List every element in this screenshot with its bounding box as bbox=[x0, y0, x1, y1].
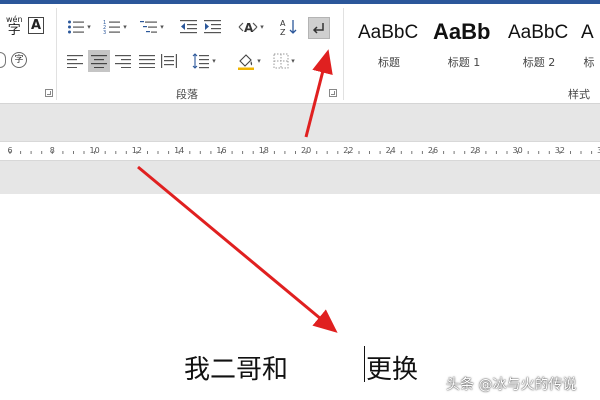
annotation-arrow-to-text bbox=[137, 165, 338, 333]
annotation-overlay bbox=[137, 49, 338, 333]
annotation-arrow-to-button bbox=[304, 49, 333, 138]
watermark: 头条 @冰与火的传说 bbox=[446, 377, 577, 393]
